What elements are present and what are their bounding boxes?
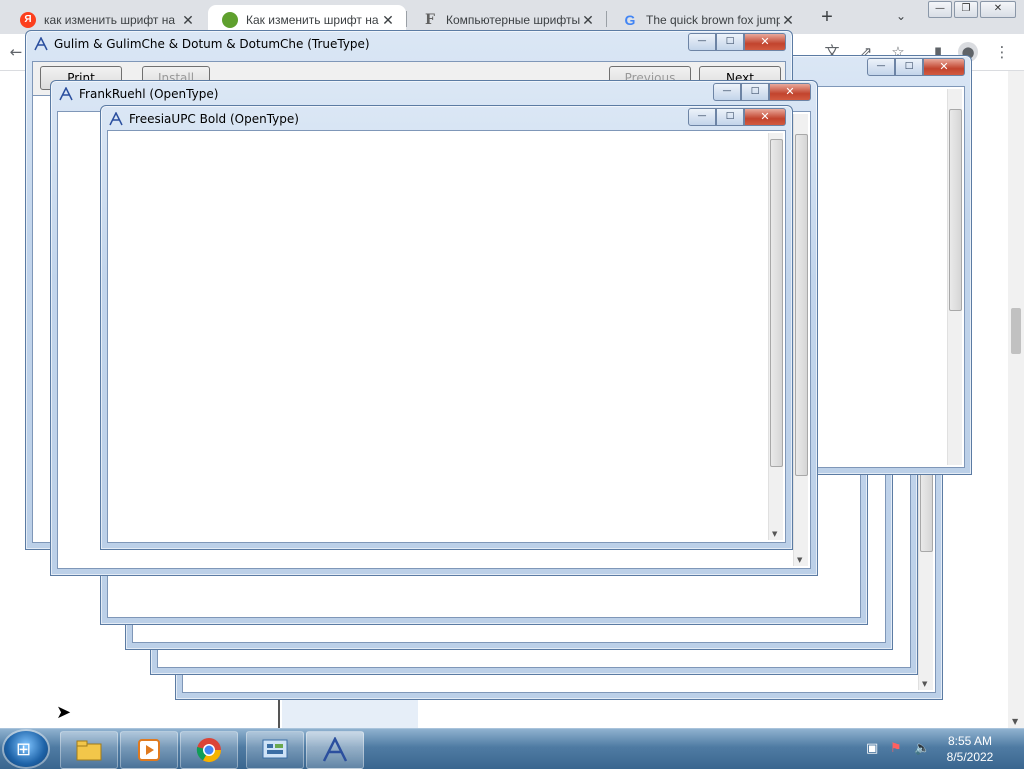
scroll-down-icon[interactable]: ▼ (922, 680, 927, 688)
maximize-button[interactable]: □ (741, 83, 769, 101)
action-center-icon[interactable]: ⚑ (890, 741, 902, 756)
clock-date: 8/5/2022 (946, 750, 994, 764)
f-site-icon: F (425, 11, 435, 28)
window-title: FreesiaUPC Bold (OpenType) (129, 112, 299, 126)
minimize-button[interactable]: — (688, 33, 716, 51)
tab-title: Компьютерные шрифты (446, 12, 580, 27)
scroll-down-icon[interactable]: ▼ (1012, 717, 1018, 726)
page-scrollbar[interactable]: ▼ (1008, 71, 1024, 728)
clock[interactable]: 8:55 AM 8/5/2022 (930, 733, 1010, 765)
tab-close-icon[interactable]: ✕ (780, 12, 796, 28)
tab-title: The quick brown fox jump (646, 12, 780, 27)
browser-close-button[interactable]: ✕ (980, 1, 1016, 18)
tab-close-icon[interactable]: ✕ (180, 12, 196, 28)
minimize-button[interactable]: — (688, 108, 716, 126)
control-panel-icon (262, 739, 288, 759)
close-button[interactable]: ✕ (923, 58, 965, 76)
font-preview-area: ▼ (107, 130, 786, 543)
busy-cursor-icon: ➤ (56, 702, 72, 723)
font-viewer-window-freesia: FreesiaUPC Bold (OpenType) — □ ✕ ▼ (100, 105, 793, 550)
menu-icon[interactable]: ⋮ (992, 42, 1012, 62)
taskbar-chrome[interactable] (180, 731, 238, 769)
font-icon (34, 37, 48, 51)
font-icon (109, 112, 123, 126)
start-button[interactable]: ⊞ (4, 731, 48, 767)
vertical-scrollbar[interactable]: ▼ (793, 114, 808, 566)
explorer-icon (76, 740, 102, 761)
media-player-icon (138, 739, 160, 761)
close-button[interactable]: ✕ (744, 33, 786, 51)
network-icon[interactable]: ▣ (866, 741, 878, 756)
close-button[interactable]: ✕ (744, 108, 786, 126)
taskbar-explorer[interactable] (60, 731, 118, 769)
maximize-button[interactable]: □ (716, 33, 744, 51)
scroll-thumb[interactable] (795, 134, 808, 476)
caption-buttons: — □ ✕ (688, 33, 786, 51)
window-title: FrankRuehl (OpenType) (79, 87, 219, 101)
scroll-thumb[interactable] (949, 109, 962, 311)
page-scrollbar-thumb[interactable] (1011, 308, 1021, 354)
scroll-thumb[interactable] (770, 139, 783, 467)
windows-logo-icon: ⊞ (16, 739, 32, 760)
tab-title: как изменить шрифт на (44, 12, 176, 27)
tab-title: Как изменить шрифт на (246, 12, 379, 27)
browser-minimize-button[interactable]: — (928, 1, 952, 18)
font-viewer-icon (322, 737, 348, 762)
minimize-button[interactable]: — (867, 58, 895, 76)
close-button[interactable]: ✕ (769, 83, 811, 101)
browser-restore-button[interactable]: ❐ (954, 1, 978, 18)
caption-buttons: — □ ✕ (867, 58, 965, 76)
scroll-down-icon[interactable]: ▼ (772, 530, 777, 538)
google-icon: G (624, 11, 636, 28)
taskbar-font-viewer[interactable] (306, 731, 364, 769)
font-icon (59, 87, 73, 101)
tab-close-icon[interactable]: ✕ (580, 12, 596, 28)
caption-buttons: — □ ✕ (688, 108, 786, 126)
page-block (282, 700, 418, 728)
vertical-scrollbar[interactable] (947, 89, 962, 465)
yandex-icon: Я (20, 11, 36, 28)
browser-tab-strip: Я как изменить шрифт на ✕ Как изменить ш… (0, 0, 1024, 34)
volume-icon[interactable]: 🔈 (914, 741, 930, 756)
tab-search-icon[interactable]: ⌄ (896, 9, 906, 23)
minimize-button[interactable]: — (713, 83, 741, 101)
window-title: Gulim & GulimChe & Dotum & DotumChe (Tru… (54, 37, 370, 51)
new-tab-button[interactable]: + (816, 6, 838, 28)
taskbar: ⊞ ▣ ⚑ 🔈 8:55 AM 8/5/2022 (0, 728, 1024, 769)
caption-buttons: — □ ✕ (713, 83, 811, 101)
clock-time: 8:55 AM (947, 734, 993, 748)
chrome-icon (196, 738, 221, 763)
back-icon[interactable]: ← (6, 42, 26, 62)
maximize-button[interactable]: □ (716, 108, 744, 126)
android-icon (222, 11, 238, 28)
taskbar-control-panel[interactable] (246, 731, 304, 769)
tab-close-icon[interactable]: ✕ (380, 12, 396, 28)
vertical-scrollbar[interactable]: ▼ (768, 133, 783, 540)
taskbar-media-player[interactable] (120, 731, 178, 769)
maximize-button[interactable]: □ (895, 58, 923, 76)
page-divider (278, 700, 280, 728)
scroll-down-icon[interactable]: ▼ (797, 556, 802, 564)
